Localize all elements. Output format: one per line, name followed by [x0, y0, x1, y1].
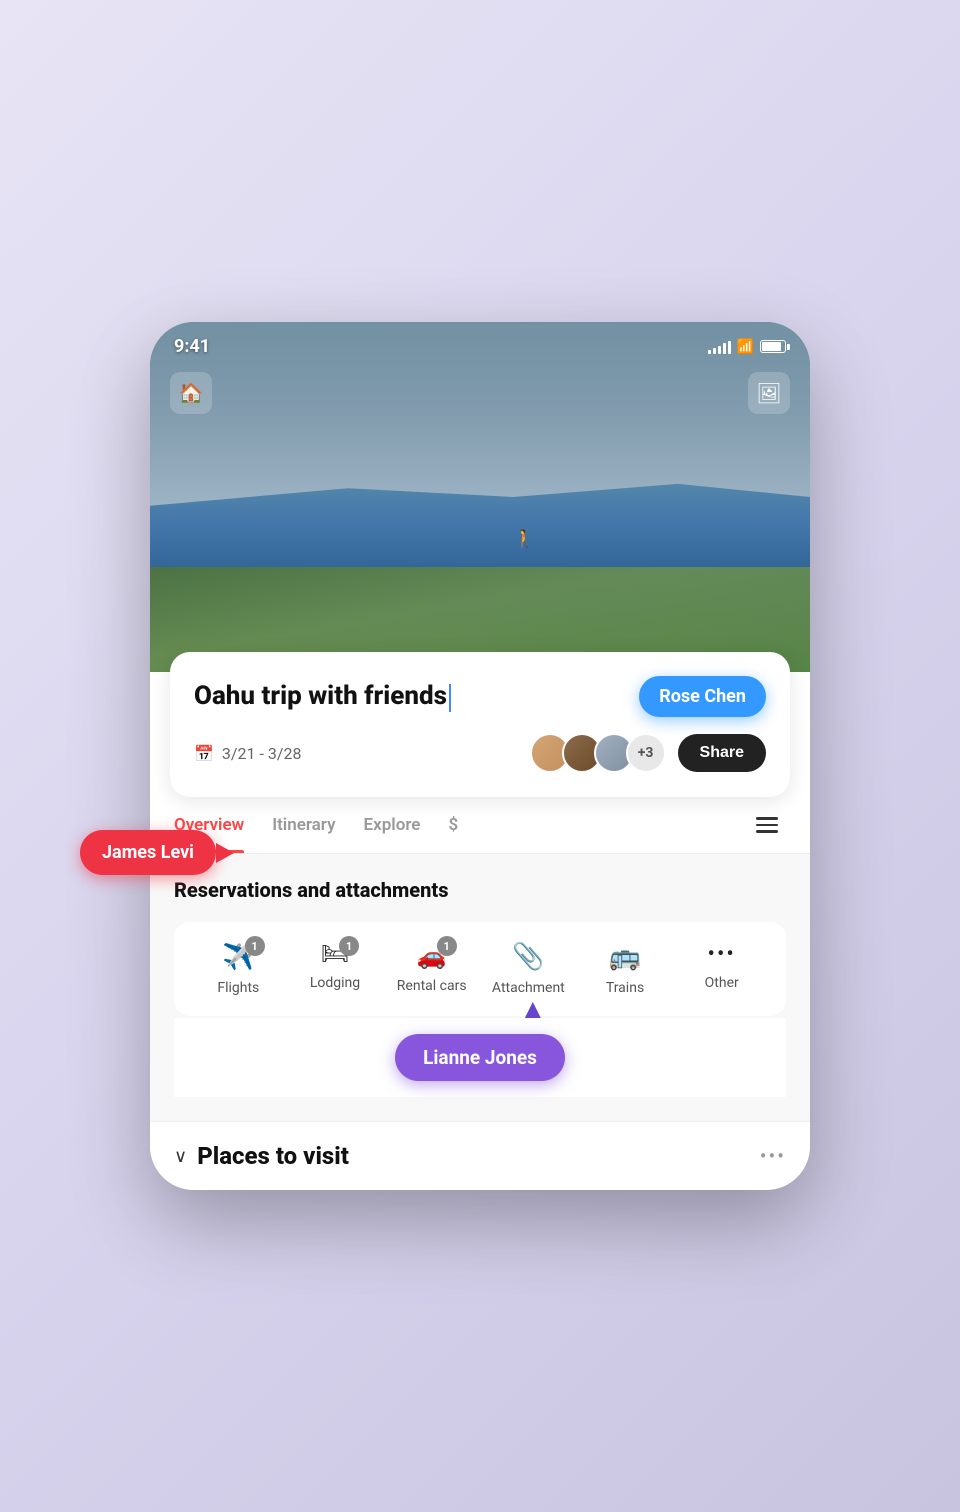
tooltip-lianne: Lianne Jones [395, 1034, 565, 1081]
trip-title-row: Oahu trip with friends Rose Chen [194, 676, 766, 717]
reservations-grid: ✈️ 1 Flights 🛏 1 Lodging 🚗 1 Rental [174, 922, 786, 1016]
status-time: 9:41 [174, 336, 210, 357]
places-section: ∨ Places to visit ••• [150, 1121, 810, 1190]
signal-icon [708, 340, 731, 354]
tooltip-james: James Levi [80, 830, 216, 875]
flights-badge: 1 [245, 936, 265, 956]
hero-image: 9:41 📶 🏠 🖼 [150, 322, 810, 672]
places-title: Places to visit [197, 1142, 349, 1170]
status-bar: 9:41 📶 [150, 322, 810, 365]
rental-cars-label: Rental cars [397, 978, 467, 994]
home-icon: 🏠 [179, 381, 204, 406]
status-icons: 📶 [708, 339, 786, 355]
trains-label: Trains [606, 980, 644, 996]
lodging-label: Lodging [310, 975, 360, 991]
trains-icon: 🚌 [609, 942, 641, 972]
gallery-icon: 🖼 [756, 381, 781, 406]
cursor-pointer-icon [525, 1002, 541, 1018]
person-figure: 🚶 [513, 529, 535, 550]
cursor-indicator [449, 684, 451, 712]
attachment-label: Attachment [492, 980, 565, 996]
places-title-group: ∨ Places to visit [174, 1142, 349, 1170]
home-button[interactable]: 🏠 [170, 372, 212, 414]
trip-card: Oahu trip with friends Rose Chen 📅 3/21 … [170, 652, 790, 797]
other-icon: ••• [708, 942, 736, 967]
avatar-group: +3 Share [530, 733, 766, 773]
calendar-icon: 📅 [194, 744, 214, 763]
places-more-button[interactable]: ••• [760, 1144, 786, 1168]
water-layer [150, 480, 810, 568]
flights-label: Flights [217, 980, 259, 996]
reservation-flights[interactable]: ✈️ 1 Flights [190, 942, 287, 996]
attachment-icon: 📎 [512, 942, 544, 972]
trip-meta: 📅 3/21 - 3/28 +3 Share [194, 733, 766, 773]
trip-title: Oahu trip with friends [194, 681, 639, 711]
chevron-down-icon[interactable]: ∨ [174, 1146, 187, 1167]
tab-dollar[interactable]: $ [448, 797, 458, 853]
reservation-trains[interactable]: 🚌 Trains [577, 942, 674, 996]
hero-actions: 🏠 🖼 [150, 372, 810, 414]
tab-itinerary[interactable]: Itinerary [272, 797, 335, 853]
reservation-other[interactable]: ••• Other [673, 942, 770, 991]
reservation-lodging[interactable]: 🛏 1 Lodging [287, 942, 384, 991]
reservation-rental-cars[interactable]: 🚗 1 Rental cars [383, 942, 480, 994]
places-header: ∨ Places to visit ••• [174, 1142, 786, 1170]
phone-frame: 9:41 📶 🏠 🖼 [150, 322, 810, 1190]
trip-dates: 📅 3/21 - 3/28 [194, 744, 301, 763]
wifi-icon: 📶 [737, 339, 754, 355]
other-label: Other [705, 975, 739, 991]
rental-cars-badge: 1 [437, 936, 457, 956]
share-button[interactable]: Share [678, 734, 766, 772]
nav-menu-button[interactable] [748, 809, 786, 841]
reservations-section-title: Reservations and attachments [174, 878, 786, 902]
content-area: Reservations and attachments ✈️ 1 Flight… [150, 854, 810, 1121]
cursor-arrow-icon [216, 843, 234, 863]
avatar-count: +3 [626, 733, 666, 773]
nav-tabs: Overview Itinerary Explore $ [150, 797, 810, 854]
tab-explore[interactable]: Explore [364, 797, 421, 853]
tooltip-lianne-wrap: Lianne Jones [174, 1018, 786, 1097]
tooltip-rose: Rose Chen [639, 676, 766, 717]
lodging-badge: 1 [339, 936, 359, 956]
gallery-button[interactable]: 🖼 [748, 372, 790, 414]
battery-icon [760, 340, 786, 353]
reservation-attachment[interactable]: 📎 Attachment [480, 942, 577, 996]
